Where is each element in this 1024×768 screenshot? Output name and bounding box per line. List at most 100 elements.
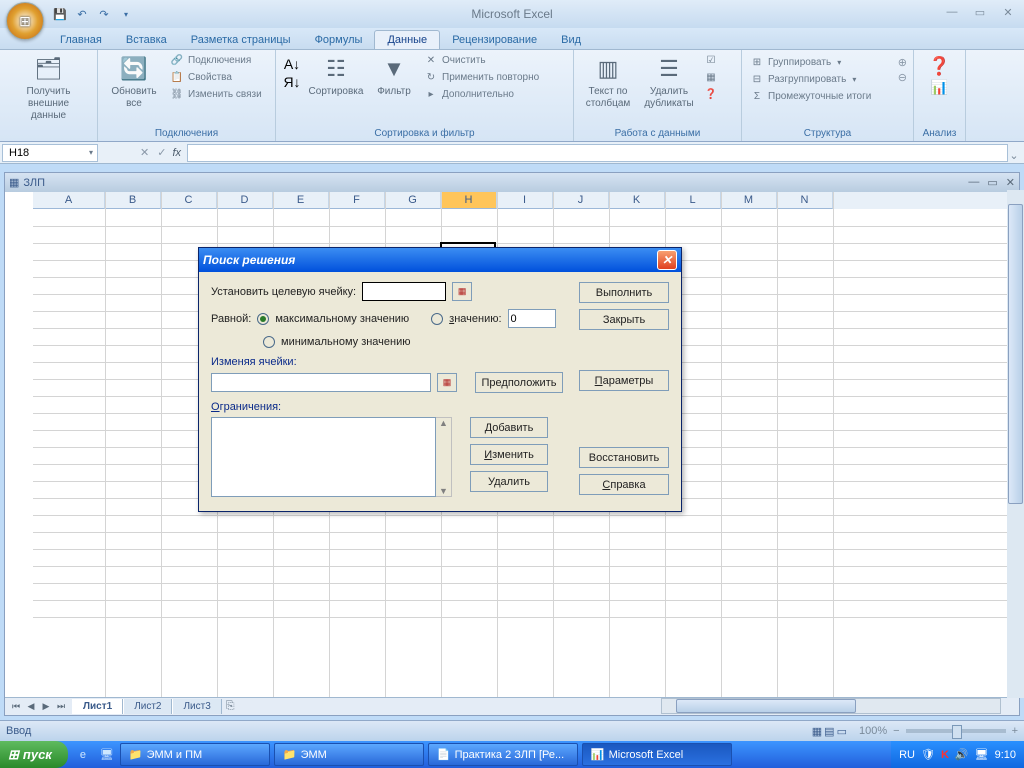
wb-minimize-icon[interactable]: —	[968, 176, 979, 189]
office-button[interactable]	[6, 2, 44, 40]
tab-pagelayout[interactable]: Разметка страницы	[179, 31, 303, 49]
zoom-out-icon[interactable]: −	[893, 725, 899, 737]
reset-button[interactable]: Восстановить	[579, 447, 669, 468]
subtotals-button[interactable]: ΣПромежуточные итоги	[748, 88, 873, 104]
qat-dropdown-icon[interactable]: ▾	[118, 6, 134, 22]
ungroup-button[interactable]: ⊟Разгруппировать▾	[748, 71, 873, 87]
analysis-icon[interactable]: 📊	[931, 79, 948, 96]
wb-maximize-icon[interactable]: ▭	[987, 176, 997, 189]
sheet-tab-2[interactable]: Лист2	[123, 699, 172, 714]
col-header-A[interactable]: A	[33, 192, 105, 209]
save-icon[interactable]: 💾	[52, 6, 68, 22]
taskbar-item-2[interactable]: 📁ЭММ	[274, 743, 424, 766]
guess-button[interactable]: Предположить	[475, 372, 563, 393]
reapply-button[interactable]: ↻Применить повторно	[422, 69, 541, 85]
sort-desc-icon[interactable]: Я↓	[283, 74, 300, 90]
col-header-C[interactable]: C	[161, 192, 217, 209]
solver-icon[interactable]: ❓	[928, 56, 950, 77]
text-to-columns-button[interactable]: ▥ Текст по столбцам	[580, 52, 636, 110]
col-header-H[interactable]: H	[441, 192, 497, 209]
restore-icon[interactable]: ▭	[968, 4, 992, 20]
whatif-button[interactable]: ❓	[702, 86, 720, 102]
changing-cells-refpicker[interactable]: ▦	[437, 373, 457, 392]
close-icon[interactable]: ✕	[996, 4, 1020, 20]
minimize-icon[interactable]: —	[940, 4, 964, 20]
first-sheet-icon[interactable]: ⏮	[9, 701, 23, 712]
outline-minus-icon[interactable]: ⊖	[898, 71, 907, 84]
name-box[interactable]: H18	[2, 144, 98, 162]
solve-button[interactable]: Выполнить	[579, 282, 669, 303]
col-header-G[interactable]: G	[385, 192, 441, 209]
tab-view[interactable]: Вид	[549, 31, 593, 49]
target-cell-input[interactable]	[362, 282, 446, 301]
filter-button[interactable]: ▼ Фильтр	[370, 52, 418, 98]
properties-button[interactable]: 📋Свойства	[168, 69, 264, 85]
col-header-J[interactable]: J	[553, 192, 609, 209]
expand-formula-icon[interactable]: ⌄	[1006, 144, 1022, 166]
dialog-close-button[interactable]: ✕	[657, 250, 677, 270]
pagelayout-view-icon[interactable]: ▤	[824, 725, 834, 738]
change-constraint-button[interactable]: Изменить	[470, 444, 548, 465]
changing-cells-input[interactable]	[211, 373, 431, 392]
lang-indicator[interactable]: RU	[899, 749, 915, 761]
min-radio[interactable]	[263, 336, 275, 348]
list-scroll-up-icon[interactable]: ▲	[439, 418, 448, 428]
taskbar-item-4[interactable]: 📊Microsoft Excel	[582, 743, 732, 766]
normal-view-icon[interactable]: ▦	[812, 725, 822, 738]
zoom-slider[interactable]	[906, 729, 1006, 733]
col-header-L[interactable]: L	[665, 192, 721, 209]
max-radio[interactable]	[257, 313, 269, 325]
col-header-I[interactable]: I	[497, 192, 553, 209]
edit-links-button[interactable]: ⛓Изменить связи	[168, 86, 264, 102]
advanced-filter-button[interactable]: ▸Дополнительно	[422, 86, 541, 102]
next-sheet-icon[interactable]: ▶	[39, 701, 53, 712]
tab-insert[interactable]: Вставка	[114, 31, 179, 49]
constraints-listbox[interactable]	[211, 417, 436, 497]
tab-review[interactable]: Рецензирование	[440, 31, 549, 49]
pagebreak-view-icon[interactable]: ▭	[837, 725, 847, 738]
desktop-icon[interactable]: 🖥	[98, 746, 116, 764]
start-button[interactable]: ⊞ пуск	[0, 741, 68, 768]
outline-plus-icon[interactable]: ⊕	[898, 56, 907, 69]
options-button[interactable]: Параметры	[579, 370, 669, 391]
clock[interactable]: 9:10	[995, 749, 1016, 761]
consolidate-button[interactable]: ▦	[702, 69, 720, 85]
group-button[interactable]: ⊞Группировать▾	[748, 54, 873, 70]
tray-display-icon[interactable]: 🖥	[975, 748, 989, 761]
col-header-F[interactable]: F	[329, 192, 385, 209]
help-button[interactable]: Справка	[579, 474, 669, 495]
prev-sheet-icon[interactable]: ◀	[24, 701, 38, 712]
vertical-scrollbar[interactable]	[1007, 190, 1024, 698]
last-sheet-icon[interactable]: ⏭	[54, 701, 68, 712]
new-sheet-icon[interactable]: ⎘	[226, 700, 235, 713]
enter-formula-icon[interactable]: ✓	[157, 146, 166, 159]
value-input[interactable]	[508, 309, 556, 328]
col-header-B[interactable]: B	[105, 192, 161, 209]
connections-button[interactable]: 🔗Подключения	[168, 52, 264, 68]
target-cell-refpicker[interactable]: ▦	[452, 282, 472, 301]
sort-asc-icon[interactable]: A↓	[284, 56, 300, 72]
list-scroll-down-icon[interactable]: ▼	[439, 486, 448, 496]
col-header-K[interactable]: K	[609, 192, 665, 209]
tray-volume-icon[interactable]: 🔊	[955, 748, 969, 761]
horizontal-scrollbar[interactable]	[661, 698, 1001, 714]
close-button[interactable]: Закрыть	[579, 309, 669, 330]
get-external-data-button[interactable]: 🗂 Получить внешние данные	[19, 52, 79, 122]
tab-home[interactable]: Главная	[48, 31, 114, 49]
col-header-E[interactable]: E	[273, 192, 329, 209]
tab-formulas[interactable]: Формулы	[303, 31, 375, 49]
clear-filter-button[interactable]: ✕Очистить	[422, 52, 541, 68]
zoom-in-icon[interactable]: +	[1012, 725, 1018, 737]
tray-shield-icon[interactable]: 🛡	[921, 748, 935, 761]
wb-close-icon[interactable]: ✕	[1006, 176, 1015, 189]
sheet-tab-1[interactable]: Лист1	[72, 699, 123, 714]
data-validation-button[interactable]: ☑	[702, 52, 720, 68]
col-header-N[interactable]: N	[777, 192, 833, 209]
col-header-M[interactable]: M	[721, 192, 777, 209]
cancel-formula-icon[interactable]: ✕	[140, 146, 149, 159]
value-radio[interactable]	[431, 313, 443, 325]
sheet-tab-3[interactable]: Лист3	[172, 699, 221, 714]
zoom-level[interactable]: 100%	[859, 725, 887, 737]
sort-button[interactable]: ☷ Сортировка	[306, 52, 366, 98]
remove-duplicates-button[interactable]: ☰ Удалить дубликаты	[640, 52, 698, 110]
